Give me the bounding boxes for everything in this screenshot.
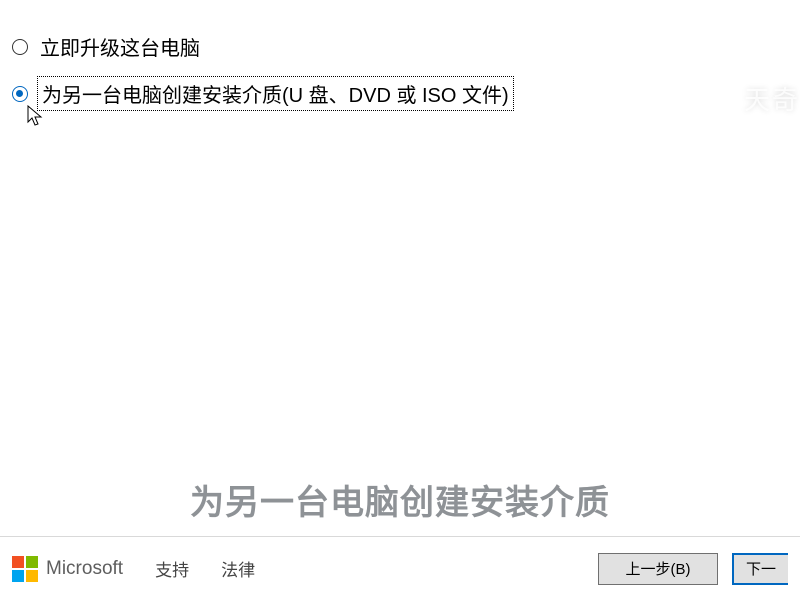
option-label: 立即升级这台电脑 xyxy=(40,32,200,61)
radio-option-group: 立即升级这台电脑 为另一台电脑创建安装介质(U 盘、DVD 或 ISO 文件) xyxy=(0,0,800,108)
option-create-media[interactable]: 为另一台电脑创建安装介质(U 盘、DVD 或 ISO 文件) xyxy=(12,79,800,108)
subtitle-caption: 为另一台电脑创建安装介质 xyxy=(190,475,610,524)
radio-icon xyxy=(12,39,28,55)
support-link[interactable]: 支持 xyxy=(155,556,189,581)
footer-bar: Microsoft 支持 法律 上一步(B) 下一 xyxy=(0,536,800,600)
option-label: 为另一台电脑创建安装介质(U 盘、DVD 或 ISO 文件) xyxy=(40,79,511,108)
microsoft-logo-icon xyxy=(12,556,38,582)
microsoft-logo-text: Microsoft xyxy=(46,558,123,580)
radio-icon xyxy=(12,86,28,102)
microsoft-logo: Microsoft xyxy=(12,556,123,582)
watermark-text: 天奇 xyxy=(744,80,800,117)
option-upgrade-this-pc[interactable]: 立即升级这台电脑 xyxy=(12,32,800,61)
legal-link[interactable]: 法律 xyxy=(221,556,255,581)
next-button[interactable]: 下一 xyxy=(732,553,788,585)
cursor-icon xyxy=(27,105,45,129)
back-button[interactable]: 上一步(B) xyxy=(598,553,718,585)
